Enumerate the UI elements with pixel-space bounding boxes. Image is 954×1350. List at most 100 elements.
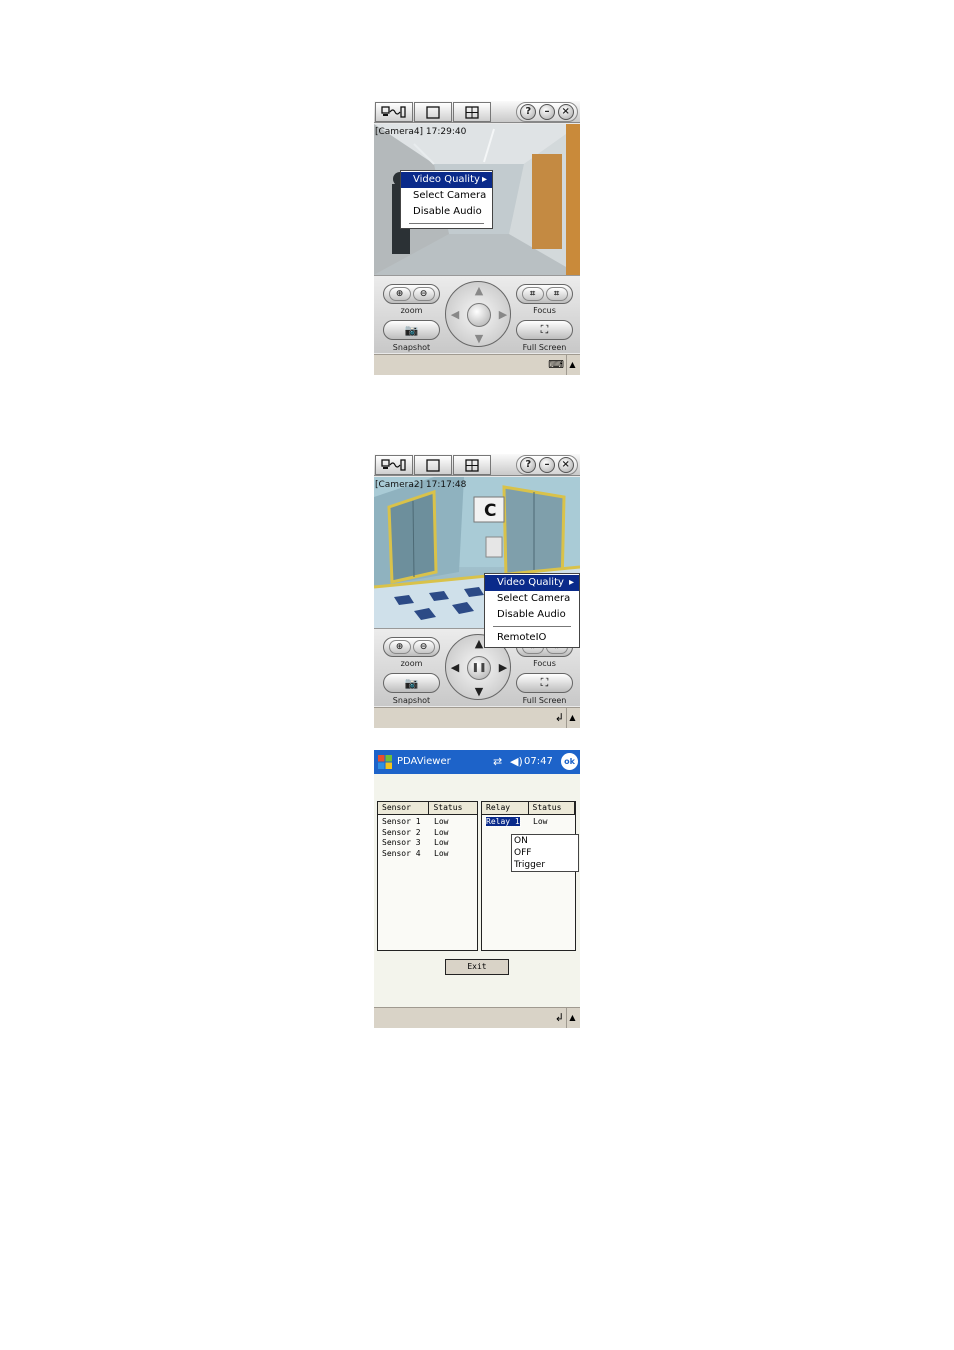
close-icon[interactable]: × xyxy=(557,457,574,473)
pause-icon[interactable]: ❚❚ xyxy=(467,656,491,680)
taskbar: ↲ ▲ xyxy=(374,707,580,728)
zoom-control[interactable]: ⊕ ⊖ xyxy=(383,284,440,304)
snapshot-label: Snapshot xyxy=(392,343,431,352)
sensor-status: Low xyxy=(434,817,449,826)
relay-popup-menu: ON OFF Trigger xyxy=(511,834,579,872)
pan-down-icon[interactable]: ▼ xyxy=(473,333,485,345)
connect-icon xyxy=(381,459,406,471)
clock[interactable]: 07:47 xyxy=(524,756,553,767)
minimize-icon[interactable]: – xyxy=(538,104,555,120)
top-toolbar: ? – × xyxy=(374,101,580,123)
sensor-row[interactable]: Sensor 1 Low xyxy=(378,817,477,828)
direction-pad[interactable]: ▲ ▼ ◀ ▶ xyxy=(445,281,511,347)
camera-icon: 📷 xyxy=(404,676,419,690)
relay-row[interactable]: Relay 1 Low xyxy=(482,816,575,828)
connect-button[interactable] xyxy=(375,455,413,475)
fullscreen-button[interactable]: ⛶ xyxy=(516,673,573,693)
sensor-row[interactable]: Sensor 2 Low xyxy=(378,828,477,839)
sensor-list-header: Sensor Status xyxy=(378,802,477,815)
focus-far-icon[interactable]: ⌗ xyxy=(545,287,568,301)
input-method-icon[interactable]: ↲ xyxy=(555,1012,564,1024)
input-method-icon[interactable]: ↲ xyxy=(555,712,564,724)
pan-down-icon[interactable]: ▼ xyxy=(473,686,485,698)
focus-near-icon[interactable]: ⌗ xyxy=(521,287,544,301)
sensor-name: Sensor 3 xyxy=(382,838,421,847)
windows-start-icon[interactable] xyxy=(376,753,394,771)
menu-select-camera[interactable]: Select Camera xyxy=(401,188,492,204)
snapshot-button[interactable]: 📷 xyxy=(383,320,440,340)
dpad-center-button[interactable] xyxy=(467,303,491,327)
relay-list[interactable]: Relay Status Relay 1 Low xyxy=(481,801,576,951)
app-title: PDAViewer xyxy=(397,756,451,767)
status-column-header[interactable]: Status xyxy=(529,802,575,814)
connect-icon xyxy=(381,106,406,118)
menu-off[interactable]: OFF xyxy=(512,847,578,859)
menu-video-quality[interactable]: Video Quality xyxy=(485,575,579,591)
quad-view-button[interactable] xyxy=(453,455,491,475)
sensor-status: Low xyxy=(434,838,449,847)
camera-screen-2: ? – × C [Camera2] 17:17:48 Video Quality… xyxy=(374,454,580,728)
connectivity-icon[interactable]: ⇄ xyxy=(493,755,502,768)
menu-disable-audio[interactable]: Disable Audio xyxy=(401,204,492,220)
sip-up-arrow-icon[interactable]: ▲ xyxy=(566,708,578,728)
pan-left-icon[interactable]: ◀ xyxy=(449,309,461,321)
focus-control[interactable]: ⌗ ⌗ xyxy=(516,284,573,304)
fullscreen-label: Full Screen xyxy=(522,343,567,352)
single-view-icon xyxy=(426,458,440,472)
zoom-label: zoom xyxy=(400,659,423,668)
help-icon[interactable]: ? xyxy=(520,457,537,473)
fullscreen-button[interactable]: ⛶ xyxy=(516,320,573,340)
close-icon[interactable]: × xyxy=(557,104,574,120)
taskbar: ↲ ▲ xyxy=(374,1007,580,1028)
zoom-control[interactable]: ⊕ ⊖ xyxy=(383,637,440,657)
menu-separator xyxy=(493,626,571,627)
taskbar: ⌨ ▲ xyxy=(374,354,580,375)
zoom-in-icon[interactable]: ⊕ xyxy=(388,640,411,654)
quad-view-button[interactable] xyxy=(453,102,491,122)
snapshot-button[interactable]: 📷 xyxy=(383,673,440,693)
menu-video-quality[interactable]: Video Quality xyxy=(401,172,492,188)
sensor-name: Sensor 2 xyxy=(382,827,421,837)
context-menu: Video Quality Select Camera Disable Audi… xyxy=(400,170,493,229)
menu-disable-audio[interactable]: Disable Audio xyxy=(485,607,579,623)
status-column-header[interactable]: Status xyxy=(429,802,477,814)
sip-up-arrow-icon[interactable]: ▲ xyxy=(566,355,578,375)
sensor-list[interactable]: Sensor Status Sensor 1 Low Sensor 2 Low Se… xyxy=(377,801,478,951)
zoom-out-icon[interactable]: ⊖ xyxy=(412,640,435,654)
menu-separator xyxy=(409,223,484,224)
pan-left-icon[interactable]: ◀ xyxy=(449,662,461,674)
lobby-sign-text: C xyxy=(484,501,496,521)
fullscreen-icon: ⛶ xyxy=(540,676,549,689)
title-bar: PDAViewer ⇄ ◀) 07:47 ok xyxy=(374,750,580,774)
relay-list-header: Relay Status xyxy=(482,802,575,815)
top-toolbar: ? – × xyxy=(374,454,580,476)
single-view-button[interactable] xyxy=(414,102,452,122)
volume-icon[interactable]: ◀) xyxy=(510,755,523,768)
exit-button[interactable]: Exit xyxy=(445,959,509,975)
zoom-in-icon[interactable]: ⊕ xyxy=(388,287,411,301)
ok-button[interactable]: ok xyxy=(561,753,578,770)
sensor-name: Sensor 1 xyxy=(382,817,421,826)
pan-right-icon[interactable]: ▶ xyxy=(497,309,509,321)
menu-trigger[interactable]: Trigger xyxy=(512,859,578,871)
sensor-name: Sensor 4 xyxy=(382,848,421,858)
pan-up-icon[interactable]: ▲ xyxy=(473,285,485,297)
fullscreen-icon: ⛶ xyxy=(540,323,549,336)
minimize-icon[interactable]: – xyxy=(538,457,555,473)
relay-column-header[interactable]: Relay xyxy=(482,802,529,814)
menu-remote-io[interactable]: RemoteIO xyxy=(485,630,579,646)
remote-io-screen: PDAViewer ⇄ ◀) 07:47 ok Sensor Status Se… xyxy=(374,750,580,1028)
keyboard-icon[interactable]: ⌨ xyxy=(548,359,564,371)
connect-button[interactable] xyxy=(375,102,413,122)
pan-right-icon[interactable]: ▶ xyxy=(497,662,509,674)
sensor-column-header[interactable]: Sensor xyxy=(378,802,430,814)
help-icon[interactable]: ? xyxy=(520,104,537,120)
sensor-row[interactable]: Sensor 3 Low xyxy=(378,838,477,849)
menu-on[interactable]: ON xyxy=(512,835,578,847)
single-view-button[interactable] xyxy=(414,455,452,475)
sip-up-arrow-icon[interactable]: ▲ xyxy=(566,1008,578,1028)
sensor-row[interactable]: Sensor 4 Low xyxy=(378,849,477,860)
zoom-out-icon[interactable]: ⊖ xyxy=(412,287,435,301)
context-menu: Video Quality Select Camera Disable Audi… xyxy=(484,573,580,648)
menu-select-camera[interactable]: Select Camera xyxy=(485,591,579,607)
